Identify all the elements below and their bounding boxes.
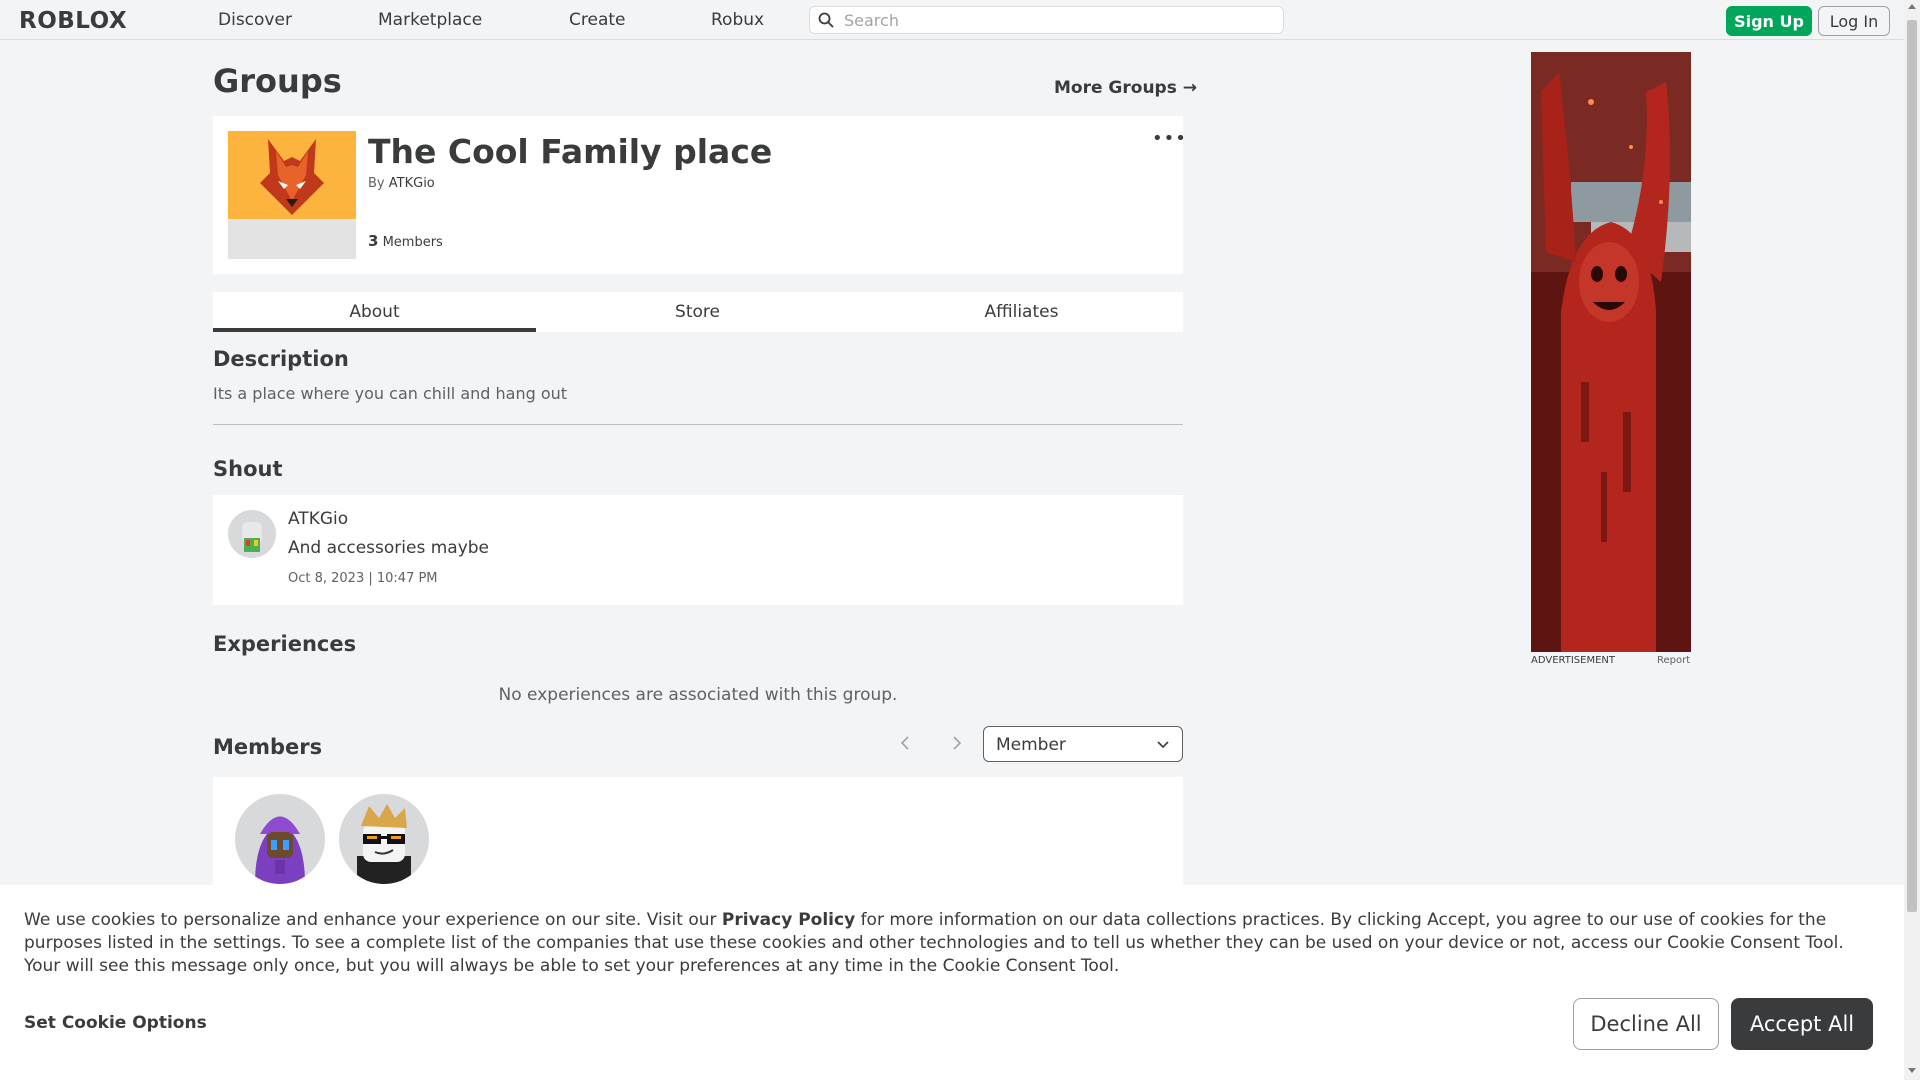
- description-title: Description: [213, 347, 349, 371]
- member-avatar[interactable]: [235, 794, 325, 884]
- advertisement-label: ADVERTISEMENT: [1531, 655, 1616, 666]
- member-count-number: 3: [368, 232, 379, 250]
- cookie-text-before: We use cookies to personalize and enhanc…: [24, 910, 722, 930]
- group-emblem: [228, 131, 356, 259]
- description-text: Its a place where you can chill and hang…: [213, 384, 568, 403]
- log-in-button[interactable]: Log In: [1818, 6, 1890, 36]
- more-options-icon[interactable]: •••: [1152, 128, 1187, 149]
- owner-prefix: By: [368, 176, 385, 191]
- shout-message: And accessories maybe: [288, 538, 490, 558]
- cookie-message: We use cookies to personalize and enhanc…: [24, 909, 1884, 978]
- nav-marketplace[interactable]: Marketplace: [378, 10, 482, 30]
- experiences-title: Experiences: [213, 632, 357, 656]
- group-owner: By ATKGio: [368, 176, 435, 191]
- roblox-logo[interactable]: ROBLOX: [19, 8, 127, 34]
- shout-username[interactable]: ATKGio: [288, 509, 348, 529]
- scroll-up-arrow-icon[interactable]: [1908, 4, 1916, 9]
- group-name: The Cool Family place: [368, 132, 773, 171]
- advertisement-image: [1531, 52, 1691, 652]
- tab-affiliates[interactable]: Affiliates: [860, 292, 1183, 332]
- members-list: [213, 777, 1183, 887]
- search-input[interactable]: [844, 9, 1274, 31]
- nav-discover[interactable]: Discover: [218, 10, 292, 30]
- fox-logo-icon: [260, 139, 324, 215]
- nav-create[interactable]: Create: [569, 10, 626, 30]
- decline-all-button[interactable]: Decline All: [1573, 998, 1719, 1050]
- nav-robux[interactable]: Robux: [711, 10, 764, 30]
- tab-about[interactable]: About: [213, 292, 536, 332]
- member-count-label: Members: [382, 235, 443, 250]
- sign-up-button[interactable]: Sign Up: [1726, 6, 1812, 36]
- tab-store[interactable]: Store: [536, 292, 859, 332]
- search-box[interactable]: [809, 6, 1284, 34]
- accept-all-button[interactable]: Accept All: [1731, 998, 1873, 1050]
- top-navigation: ROBLOX Discover Marketplace Create Robux…: [0, 0, 1904, 40]
- scrollbar-thumb[interactable]: [1907, 20, 1917, 912]
- shout-title: Shout: [213, 457, 283, 481]
- more-groups-link[interactable]: More Groups →: [1054, 78, 1197, 98]
- shout-timestamp: Oct 8, 2023 | 10:47 PM: [288, 571, 438, 586]
- chevron-right-icon[interactable]: [950, 733, 964, 753]
- advertisement-banner[interactable]: [1531, 52, 1691, 652]
- members-title: Members: [213, 735, 323, 759]
- group-header-card: The Cool Family place By ATKGio 3 Member…: [213, 116, 1186, 274]
- shout-user-avatar[interactable]: [228, 510, 276, 558]
- member-avatar[interactable]: [339, 794, 429, 884]
- role-selected-label: Member: [996, 735, 1066, 755]
- no-experiences-message: No experiences are associated with this …: [498, 685, 898, 705]
- section-divider: [213, 424, 1183, 425]
- page-title: Groups: [213, 62, 342, 100]
- owner-link[interactable]: ATKGio: [389, 176, 435, 191]
- avatar-image: [339, 794, 429, 884]
- ad-report-link[interactable]: Report: [1657, 655, 1690, 666]
- group-tabs: About Store Affiliates: [213, 292, 1183, 332]
- chevron-left-icon[interactable]: [898, 733, 912, 753]
- privacy-policy-link[interactable]: Privacy Policy: [722, 910, 855, 930]
- shout-card: ATKGio And accessories maybe Oct 8, 2023…: [213, 495, 1183, 605]
- page-scrollbar[interactable]: [1904, 0, 1920, 1080]
- avatar-image: [228, 510, 276, 558]
- scroll-down-arrow-icon[interactable]: [1908, 1068, 1916, 1073]
- chevron-down-icon: [1157, 741, 1169, 749]
- set-cookie-options-link[interactable]: Set Cookie Options: [24, 1013, 207, 1033]
- avatar-image: [235, 794, 325, 884]
- search-icon: [818, 12, 834, 28]
- cookie-consent-banner: We use cookies to personalize and enhanc…: [0, 885, 1904, 1080]
- member-count: 3 Members: [368, 232, 443, 250]
- member-role-dropdown[interactable]: Member: [983, 726, 1183, 762]
